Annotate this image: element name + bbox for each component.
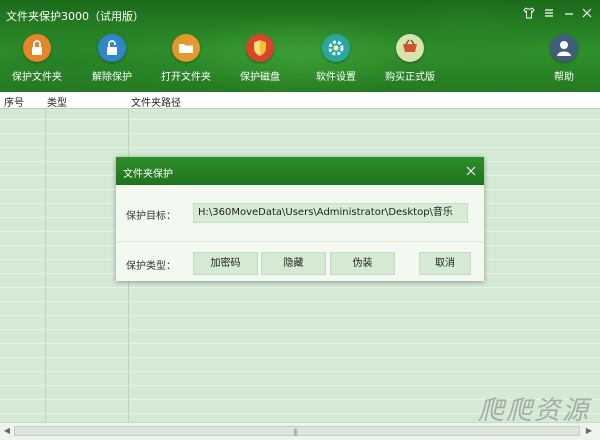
folder-icon [172, 34, 200, 62]
protect-disk-label: 保护磁盘 [240, 72, 280, 83]
cart-icon [396, 34, 424, 62]
minimize-icon[interactable] [562, 6, 576, 20]
app-title: 文件夹保护3000（试用版） [6, 10, 144, 23]
scrollbar-grip: ||| [293, 428, 298, 436]
target-path-field[interactable]: H:\360MoveData\Users\Administrator\Deskt… [193, 203, 468, 223]
table-header: 序号 类型 文件夹路径 [0, 92, 600, 109]
protect-folder-button[interactable]: 保护文件夹 [12, 34, 62, 88]
help-button[interactable]: 帮助 [548, 34, 580, 88]
dialog-title: 文件夹保护 [123, 169, 173, 180]
unprotect-button[interactable]: 解除保护 [92, 34, 132, 88]
protect-type-label: 保护类型： [126, 261, 176, 272]
shield-icon [246, 34, 274, 62]
close-icon[interactable] [580, 6, 594, 20]
unprotect-label: 解除保护 [92, 72, 132, 83]
open-folder-label: 打开文件夹 [161, 72, 211, 83]
target-label: 保护目标： [126, 211, 176, 222]
app-header: 文件夹保护3000（试用版） 保护文件夹 解除保护 打开文件夹 保护磁盘 软件设… [0, 0, 600, 92]
unlock-icon [98, 34, 126, 62]
encrypt-button[interactable]: 加密码 [193, 252, 258, 275]
column-header-index[interactable]: 序号 [4, 94, 24, 109]
cancel-button[interactable]: 取消 [419, 252, 471, 275]
hide-button[interactable]: 隐藏 [261, 252, 326, 275]
help-label: 帮助 [554, 72, 574, 83]
protect-disk-button[interactable]: 保护磁盘 [240, 34, 280, 88]
dialog-close-icon[interactable] [464, 164, 478, 178]
column-header-path[interactable]: 文件夹路径 [131, 94, 181, 109]
lock-icon [23, 34, 51, 62]
settings-button[interactable]: 软件设置 [316, 34, 356, 88]
buy-full-version-button[interactable]: 购买正式版 [385, 34, 435, 88]
scroll-left-icon[interactable]: ◀ [2, 426, 12, 436]
folder-protect-dialog: 文件夹保护 保护目标： H:\360MoveData\Users\Adminis… [116, 157, 484, 281]
horizontal-scrollbar[interactable]: ◀ ||| ▶ [0, 422, 600, 440]
gear-icon [322, 34, 350, 62]
dialog-titlebar[interactable]: 文件夹保护 [116, 157, 484, 185]
skin-shirt-icon[interactable] [522, 6, 536, 20]
buy-full-version-label: 购买正式版 [385, 72, 435, 83]
column-header-type[interactable]: 类型 [47, 94, 67, 109]
protect-type-row: 保护类型： 加密码 隐藏 伪装 取消 [116, 252, 484, 275]
column-separator [45, 92, 46, 422]
open-folder-button[interactable]: 打开文件夹 [161, 34, 211, 88]
dialog-divider [116, 241, 484, 242]
scrollbar-thumb[interactable]: ||| [14, 426, 580, 436]
settings-label: 软件设置 [316, 72, 356, 83]
user-help-icon [550, 34, 578, 62]
protect-folder-label: 保护文件夹 [12, 72, 62, 83]
menu-icon[interactable] [542, 6, 556, 20]
disguise-button[interactable]: 伪装 [330, 252, 395, 275]
target-row: 保护目标： H:\360MoveData\Users\Administrator… [116, 203, 484, 223]
scroll-right-icon[interactable]: ▶ [584, 426, 594, 436]
